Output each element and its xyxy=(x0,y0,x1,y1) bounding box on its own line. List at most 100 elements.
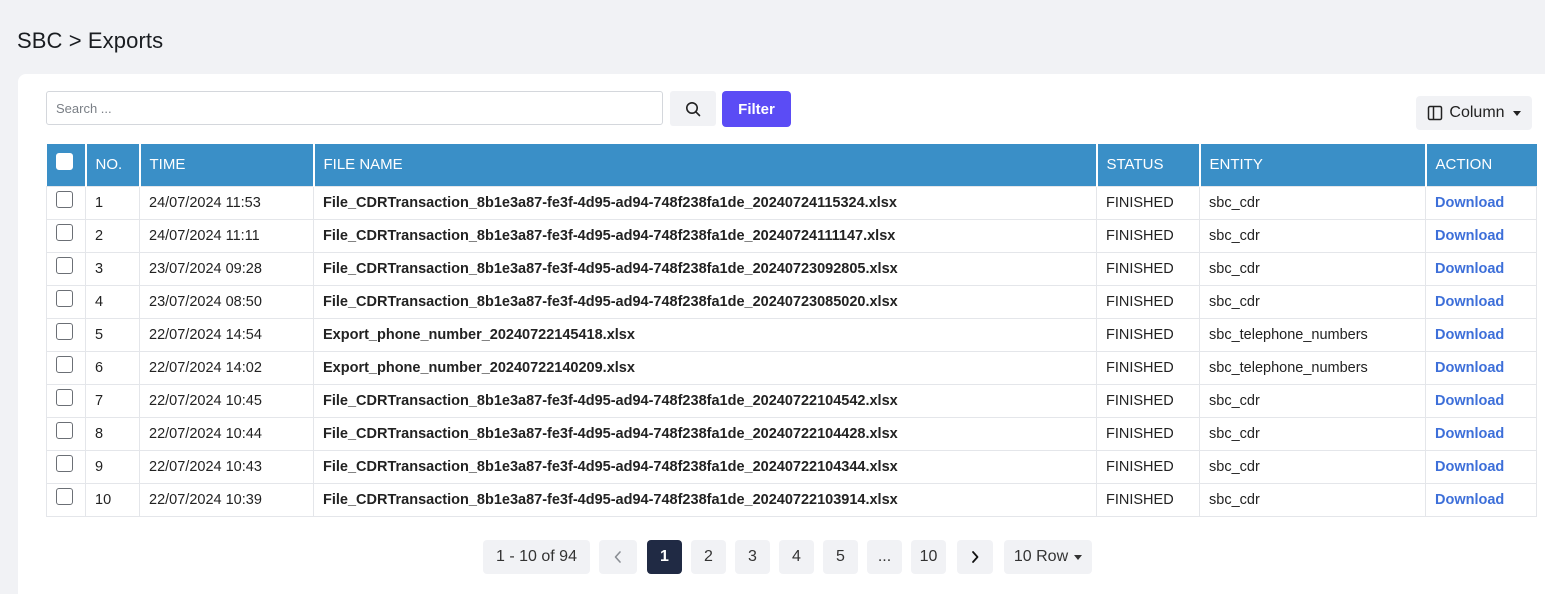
row-checkbox[interactable] xyxy=(56,422,73,440)
exports-table: NO. TIME FILE NAME STATUS ENTITY ACTION … xyxy=(46,144,1537,517)
column-header-no[interactable]: NO. xyxy=(85,144,141,186)
page-ellipsis: ... xyxy=(867,540,902,574)
caret-down-icon xyxy=(1512,110,1521,116)
columns-icon xyxy=(1428,105,1443,121)
row-action-cell: Download xyxy=(1425,350,1537,385)
row-file-name: File_CDRTransaction_8b1e3a87-fe3f-4d95-a… xyxy=(313,284,1097,319)
rows-per-page-label: 10 Row xyxy=(1013,548,1069,565)
row-select-cell xyxy=(46,218,86,253)
pagination: 1 - 10 of 94 1 2 3 4 5 ... 10 10 Row xyxy=(18,540,1545,576)
page-button-1[interactable]: 1 xyxy=(647,540,682,574)
row-status: FINISHED xyxy=(1096,251,1200,286)
page-button-2[interactable]: 2 xyxy=(691,540,726,574)
next-page-button[interactable] xyxy=(957,540,993,574)
row-file-name: File_CDRTransaction_8b1e3a87-fe3f-4d95-a… xyxy=(313,185,1097,220)
row-action-cell: Download xyxy=(1425,218,1537,253)
row-time: 23/07/2024 08:50 xyxy=(139,284,314,319)
column-toggle-button[interactable]: Column xyxy=(1416,96,1532,130)
row-status: FINISHED xyxy=(1096,449,1200,484)
row-status: FINISHED xyxy=(1096,350,1200,385)
download-link[interactable]: Download xyxy=(1435,327,1504,343)
page-title: SBC > Exports xyxy=(17,28,164,53)
row-select-cell xyxy=(46,383,86,418)
row-entity: sbc_cdr xyxy=(1199,449,1426,484)
download-link[interactable]: Download xyxy=(1435,426,1504,442)
download-link[interactable]: Download xyxy=(1435,228,1504,244)
column-header-status[interactable]: STATUS xyxy=(1096,144,1201,186)
page-button-5[interactable]: 5 xyxy=(823,540,858,574)
page-button-10[interactable]: 10 xyxy=(911,540,946,574)
search-input[interactable] xyxy=(46,91,663,125)
table-row: 9 22/07/2024 10:43 File_CDRTransaction_8b1… xyxy=(46,449,1537,484)
row-status: FINISHED xyxy=(1096,383,1200,418)
row-no: 2 xyxy=(85,218,140,253)
row-file-name: File_CDRTransaction_8b1e3a87-fe3f-4d95-a… xyxy=(313,449,1097,484)
row-action-cell: Download xyxy=(1425,317,1537,352)
download-link[interactable]: Download xyxy=(1435,261,1504,277)
row-action-cell: Download xyxy=(1425,449,1537,484)
table-row: 1 24/07/2024 11:53 File_CDRTransaction_8b1… xyxy=(46,185,1537,220)
caret-down-icon xyxy=(1074,554,1083,560)
row-action-cell: Download xyxy=(1425,416,1537,451)
row-checkbox[interactable] xyxy=(56,257,73,275)
row-checkbox[interactable] xyxy=(56,455,73,473)
select-all-checkbox[interactable] xyxy=(55,152,73,170)
row-file-name: File_CDRTransaction_8b1e3a87-fe3f-4d95-a… xyxy=(313,383,1097,418)
column-header-time[interactable]: TIME xyxy=(139,144,315,186)
row-entity: sbc_cdr xyxy=(1199,383,1426,418)
row-no: 3 xyxy=(85,251,140,286)
row-entity: sbc_cdr xyxy=(1199,482,1426,517)
row-checkbox[interactable] xyxy=(56,191,73,209)
row-entity: sbc_cdr xyxy=(1199,284,1426,319)
row-action-cell: Download xyxy=(1425,383,1537,418)
row-action-cell: Download xyxy=(1425,284,1537,319)
column-header-file-name[interactable]: FILE NAME xyxy=(313,144,1098,186)
row-checkbox[interactable] xyxy=(56,356,73,374)
chevron-right-icon xyxy=(972,551,979,563)
row-action-cell: Download xyxy=(1425,251,1537,286)
download-link[interactable]: Download xyxy=(1435,360,1504,376)
row-no: 1 xyxy=(85,185,140,220)
row-select-cell xyxy=(46,317,86,352)
row-select-cell xyxy=(46,482,86,517)
row-select-cell xyxy=(46,284,86,319)
download-link[interactable]: Download xyxy=(1435,294,1504,310)
exports-card: Filter Column NO. TIME FILE NAME xyxy=(18,74,1545,594)
filter-button[interactable]: Filter xyxy=(722,91,791,127)
row-time: 23/07/2024 09:28 xyxy=(139,251,314,286)
row-checkbox[interactable] xyxy=(56,290,73,308)
row-file-name: File_CDRTransaction_8b1e3a87-fe3f-4d95-a… xyxy=(313,416,1097,451)
row-checkbox[interactable] xyxy=(56,323,73,341)
column-header-entity[interactable]: ENTITY xyxy=(1199,144,1427,186)
search-button[interactable] xyxy=(670,91,716,126)
row-no: 9 xyxy=(85,449,140,484)
page-button-3[interactable]: 3 xyxy=(735,540,770,574)
column-header-action: ACTION xyxy=(1425,144,1537,186)
table-row: 7 22/07/2024 10:45 File_CDRTransaction_8b1… xyxy=(46,383,1537,418)
row-time: 22/07/2024 10:43 xyxy=(139,449,314,484)
table-row: 6 22/07/2024 14:02 Export_phone_number_202… xyxy=(46,350,1537,385)
download-link[interactable]: Download xyxy=(1435,492,1504,508)
download-link[interactable]: Download xyxy=(1435,459,1504,475)
row-checkbox[interactable] xyxy=(56,224,73,242)
row-time: 24/07/2024 11:53 xyxy=(139,185,314,220)
rows-per-page-select[interactable]: 10 Row xyxy=(1004,540,1092,574)
download-link[interactable]: Download xyxy=(1435,195,1504,211)
row-file-name: File_CDRTransaction_8b1e3a87-fe3f-4d95-a… xyxy=(313,251,1097,286)
row-select-cell xyxy=(46,449,86,484)
column-toggle-label: Column xyxy=(1449,104,1505,121)
table-row: 2 24/07/2024 11:11 File_CDRTransaction_8b1… xyxy=(46,218,1537,253)
table-row: 3 23/07/2024 09:28 File_CDRTransaction_8b1… xyxy=(46,251,1537,286)
select-all-cell xyxy=(46,144,87,186)
row-status: FINISHED xyxy=(1096,416,1200,451)
row-no: 7 xyxy=(85,383,140,418)
page-button-4[interactable]: 4 xyxy=(779,540,814,574)
row-time: 22/07/2024 10:45 xyxy=(139,383,314,418)
row-file-name: File_CDRTransaction_8b1e3a87-fe3f-4d95-a… xyxy=(313,482,1097,517)
prev-page-button[interactable] xyxy=(599,540,637,574)
download-link[interactable]: Download xyxy=(1435,393,1504,409)
row-entity: sbc_cdr xyxy=(1199,416,1426,451)
row-entity: sbc_telephone_numbers xyxy=(1199,317,1426,352)
row-checkbox[interactable] xyxy=(56,389,73,407)
row-checkbox[interactable] xyxy=(56,488,73,506)
